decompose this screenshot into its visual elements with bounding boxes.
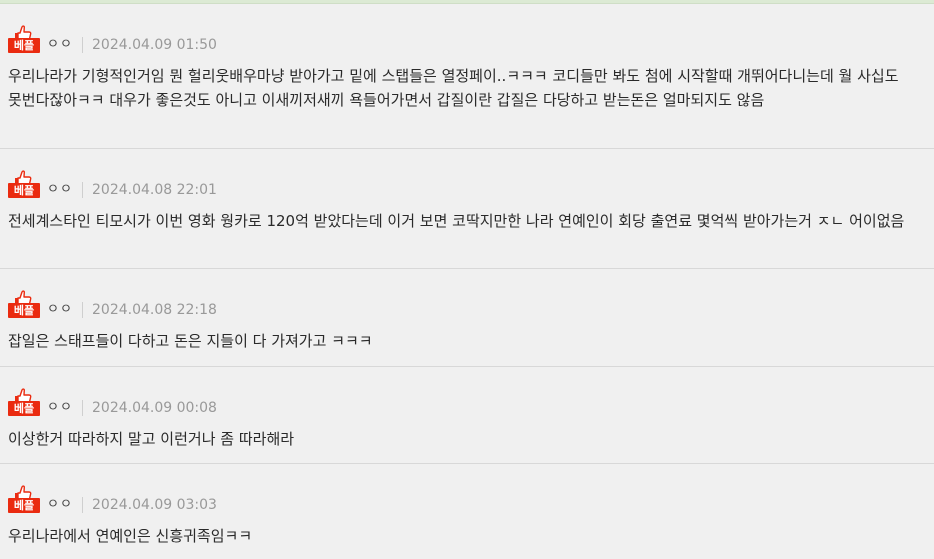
comment-text: 전세계스타인 티모시가 이번 영화 웡카로 120억 받았다는데 이거 보면 코…	[8, 212, 905, 230]
meta-divider	[82, 302, 83, 318]
comment-text: 우리나라가 기형적인거임 뭔 헐리웃배우마냥 받아가고 밑에 스탭들은 열정페이…	[8, 67, 899, 109]
comment-date: 2024.04.09 01:50	[92, 37, 217, 53]
comment-date: 2024.04.08 22:18	[92, 302, 217, 318]
comment-date: 2024.04.09 00:08	[92, 400, 217, 416]
best-label: 베플	[8, 498, 40, 513]
comment-text: 우리나라에서 연예인은 신흥귀족임ㅋㅋ	[8, 527, 253, 545]
best-comment-badge: 베플	[8, 169, 40, 199]
comment-text: 이상한거 따라하지 말고 이런거나 좀 따라해라	[8, 430, 295, 448]
comment-author[interactable]: ㅇㅇ	[47, 497, 73, 513]
comment-item: 베플 ㅇㅇ 2024.04.09 00:08 이상한거 따라하지 말고 이런거나…	[0, 367, 934, 464]
comment-date: 2024.04.08 22:01	[92, 182, 217, 198]
comment-author[interactable]: ㅇㅇ	[47, 182, 73, 198]
best-comment-badge: 베플	[8, 289, 40, 319]
comment-author[interactable]: ㅇㅇ	[47, 37, 73, 53]
comment-item: 베플 ㅇㅇ 2024.04.08 22:18 잡일은 스태프들이 다하고 돈은 …	[0, 269, 934, 367]
comment-item: 베플 ㅇㅇ 2024.04.09 01:50 우리나라가 기형적인거임 뭔 헐리…	[0, 4, 934, 149]
best-label: 베플	[8, 183, 40, 198]
comment-item: 베플 ㅇㅇ 2024.04.09 03:03 우리나라에서 연예인은 신흥귀족임…	[0, 464, 934, 556]
comment-author[interactable]: ㅇㅇ	[47, 400, 73, 416]
best-comment-list: 베플 ㅇㅇ 2024.04.09 01:50 우리나라가 기형적인거임 뭔 헐리…	[0, 4, 934, 556]
best-comment-badge: 베플	[8, 387, 40, 417]
comment-meta: 베플 ㅇㅇ 2024.04.08 22:01	[8, 149, 934, 201]
meta-divider	[82, 182, 83, 198]
best-label: 베플	[8, 401, 40, 416]
comment-meta: 베플 ㅇㅇ 2024.04.09 00:08	[8, 367, 934, 419]
comment-date: 2024.04.09 03:03	[92, 497, 217, 513]
best-comment-badge: 베플	[8, 484, 40, 514]
comment-item: 베플 ㅇㅇ 2024.04.08 22:01 전세계스타인 티모시가 이번 영화…	[0, 149, 934, 269]
meta-divider	[82, 37, 83, 53]
comment-meta: 베플 ㅇㅇ 2024.04.09 03:03	[8, 464, 934, 516]
best-label: 베플	[8, 38, 40, 53]
comment-meta: 베플 ㅇㅇ 2024.04.09 01:50	[8, 4, 934, 56]
comment-author[interactable]: ㅇㅇ	[47, 302, 73, 318]
best-comment-badge: 베플	[8, 24, 40, 54]
best-label: 베플	[8, 303, 40, 318]
meta-divider	[82, 400, 83, 416]
comment-text: 잡일은 스태프들이 다하고 돈은 지들이 다 가져가고 ㅋㅋㅋ	[8, 332, 373, 350]
comment-meta: 베플 ㅇㅇ 2024.04.08 22:18	[8, 269, 934, 321]
meta-divider	[82, 497, 83, 513]
